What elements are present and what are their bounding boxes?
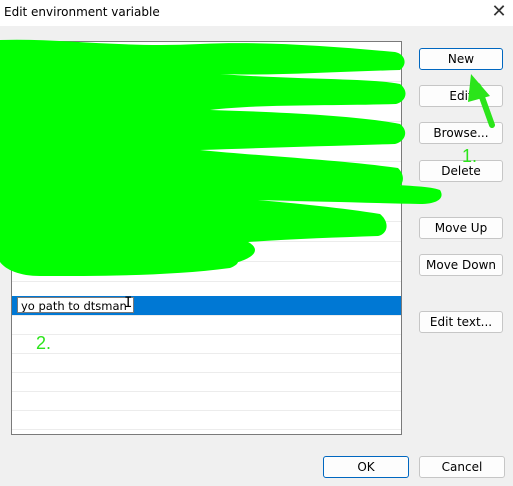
list-row[interactable]: [12, 82, 401, 102]
list-row[interactable]: [12, 353, 401, 373]
new-button[interactable]: New: [419, 48, 503, 70]
list-row[interactable]: [12, 42, 401, 62]
ok-button[interactable]: OK: [323, 456, 409, 478]
list-row[interactable]: [12, 62, 401, 82]
list-row[interactable]: [12, 410, 401, 430]
list-row[interactable]: [12, 391, 401, 411]
edit-text-button[interactable]: Edit text...: [419, 311, 503, 333]
list-row[interactable]: [12, 262, 401, 282]
list-row[interactable]: [12, 142, 401, 162]
path-edit-input[interactable]: yo path to dtsman: [17, 297, 134, 313]
move-up-button[interactable]: Move Up: [419, 217, 503, 239]
list-row[interactable]: [12, 334, 401, 354]
window-title: Edit environment variable: [4, 5, 160, 19]
browse-button[interactable]: Browse...: [419, 122, 503, 144]
path-list[interactable]: yo path to dtsman I: [11, 41, 402, 435]
list-row[interactable]: [12, 122, 401, 142]
list-row[interactable]: [12, 162, 401, 182]
move-down-button[interactable]: Move Down: [419, 254, 503, 276]
list-row[interactable]: [12, 315, 401, 335]
delete-button[interactable]: Delete: [419, 160, 503, 182]
list-row[interactable]: [12, 182, 401, 202]
path-edit-value: yo path to dtsman: [21, 299, 127, 313]
list-row[interactable]: [12, 202, 401, 222]
cancel-button[interactable]: Cancel: [419, 456, 505, 478]
annotation-step-1: 1.: [462, 146, 478, 166]
title-bar: Edit environment variable ✕: [0, 0, 513, 26]
close-icon[interactable]: ✕: [489, 2, 509, 22]
edit-button[interactable]: Edit: [419, 85, 503, 107]
list-row[interactable]: [12, 102, 401, 122]
annotation-step-2: 2.: [36, 333, 52, 353]
list-row[interactable]: [12, 372, 401, 392]
text-cursor-icon: I: [124, 295, 133, 311]
list-row-selected[interactable]: yo path to dtsman I: [12, 295, 401, 316]
list-row[interactable]: [12, 222, 401, 242]
list-row[interactable]: [12, 242, 401, 262]
